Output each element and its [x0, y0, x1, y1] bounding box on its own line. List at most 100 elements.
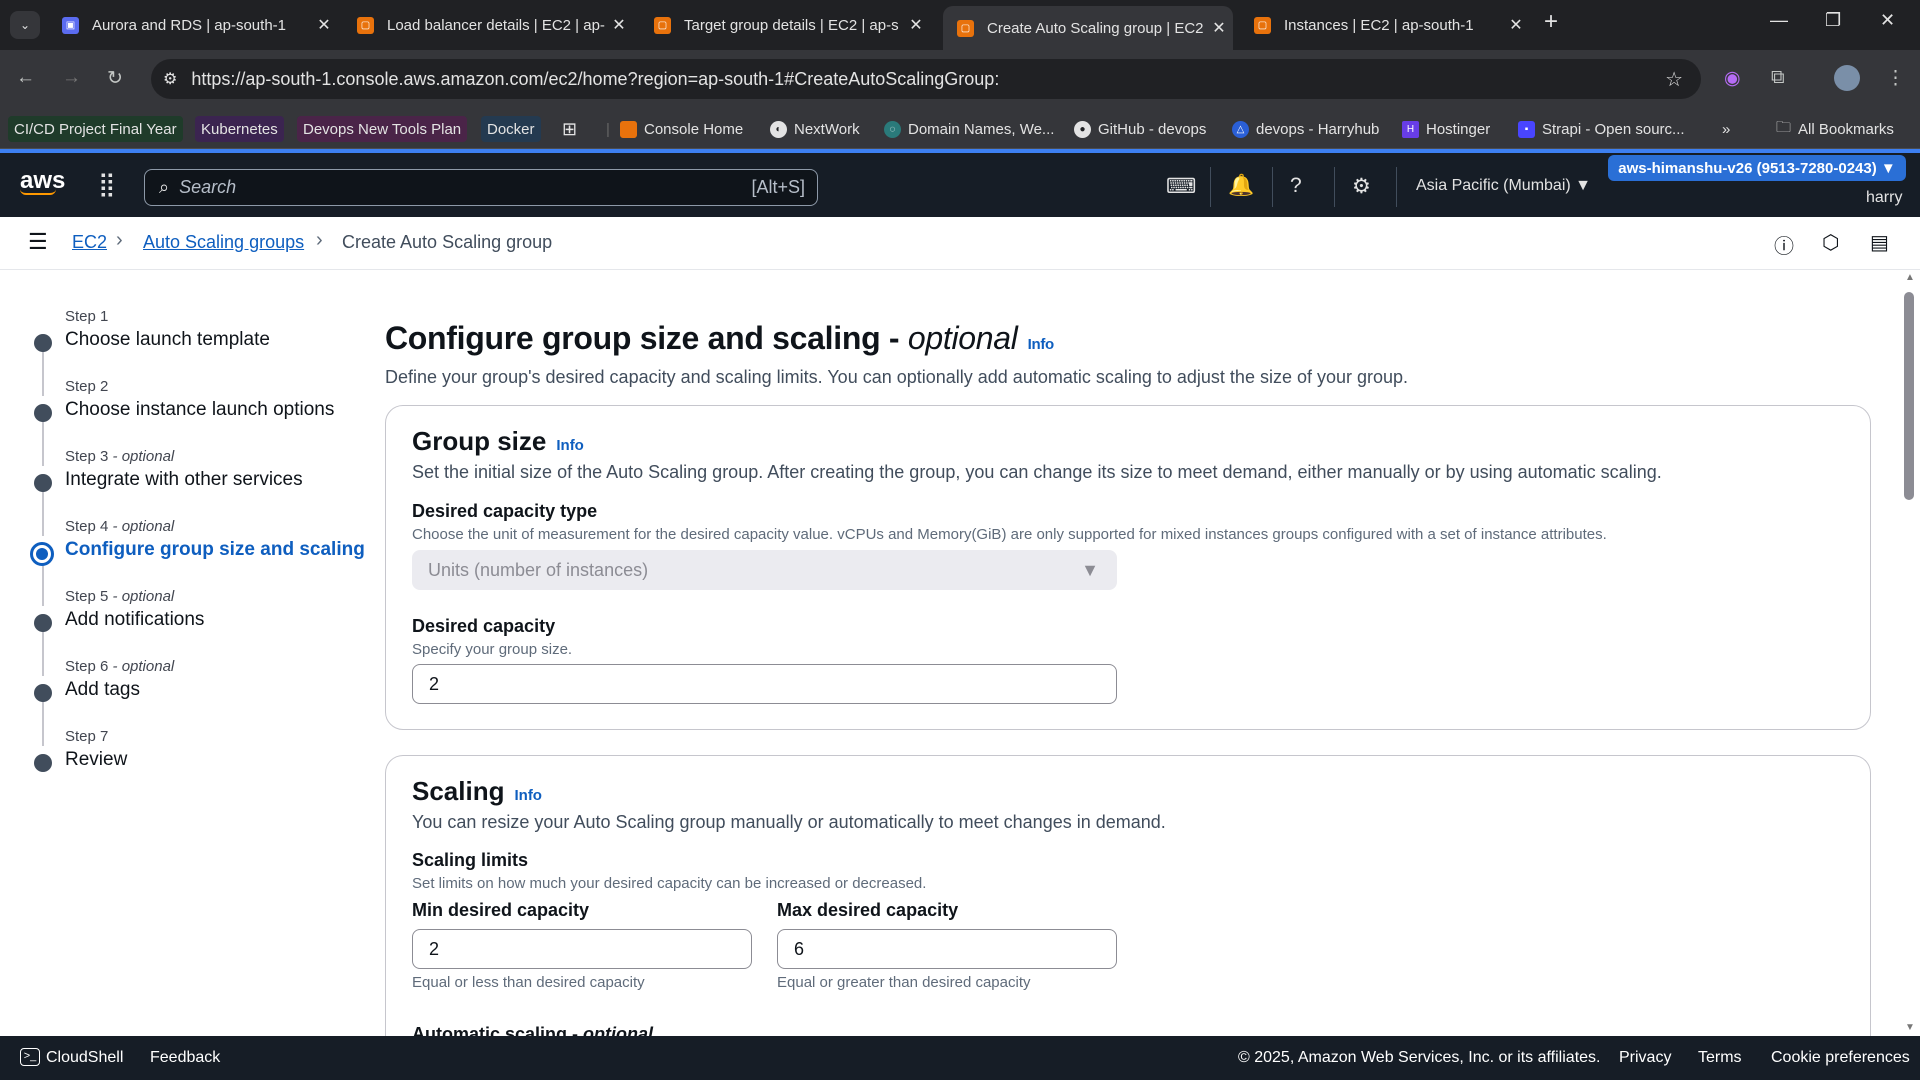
feedback-panel-icon[interactable]: ▤: [1870, 230, 1889, 255]
bookmark-label: Strapi - Open sourc...: [1542, 120, 1685, 138]
bookmarks-bar: CI/CD Project Final Year Kubernetes Devo…: [0, 108, 1920, 149]
all-bookmarks[interactable]: 🗀 All Bookmarks: [1770, 116, 1900, 142]
back-icon[interactable]: ←: [16, 67, 35, 89]
bookmark-label: devops - Harryhub: [1256, 120, 1380, 138]
feedback-button[interactable]: Feedback: [150, 1049, 220, 1067]
capacity-type-select[interactable]: Units (number of instances) ▼: [412, 550, 1117, 590]
tab-search-button[interactable]: ⌄: [10, 11, 40, 39]
aws-cube-icon: [620, 120, 637, 138]
min-capacity-hint: Equal or less than desired capacity: [412, 974, 645, 991]
step-connector: [42, 416, 44, 466]
close-icon[interactable]: ✕: [902, 15, 930, 35]
min-capacity-input[interactable]: 2: [412, 929, 752, 969]
aws-logo[interactable]: aws: [20, 167, 65, 195]
page-info-link[interactable]: Info: [1028, 336, 1055, 353]
apps-grid-icon[interactable]: ⊞: [556, 116, 583, 142]
minimize-icon[interactable]: —: [1770, 10, 1788, 31]
tab-load-balancer[interactable]: ▢ Load balancer details | EC2 | ap-s ✕: [343, 8, 633, 42]
bookmark-cicd[interactable]: CI/CD Project Final Year: [8, 116, 183, 142]
menu-kebab-icon[interactable]: ⋮: [1886, 67, 1905, 90]
tab-create-asg[interactable]: ▢ Create Auto Scaling group | EC2 ✕: [943, 6, 1233, 50]
copyright-text: © 2025, Amazon Web Services, Inc. or its…: [1238, 1049, 1601, 1066]
cookie-preferences-link[interactable]: Cookie preferences: [1771, 1049, 1910, 1067]
bookmark-label: Devops New Tools Plan: [303, 120, 462, 138]
page-description: Define your group's desired capacity and…: [385, 367, 1409, 387]
step-dot: [34, 684, 52, 702]
browser-tab-bar: ⌄ ▣ Aurora and RDS | ap-south-1 ✕ ▢ Load…: [0, 0, 1920, 50]
page-scrollbar[interactable]: ▲ ▼: [1902, 272, 1916, 1034]
breadcrumb-auto-scaling-groups[interactable]: Auto Scaling groups: [143, 232, 304, 253]
region-label: Asia Pacific (Mumbai): [1416, 177, 1571, 194]
bookmark-label: Hostinger: [1426, 120, 1491, 138]
close-icon[interactable]: ✕: [1205, 18, 1233, 38]
step-4-current[interactable]: Step 4 - optional Configure group size an…: [65, 518, 365, 561]
bookmark-docker[interactable]: Docker: [481, 116, 541, 142]
terms-link[interactable]: Terms: [1698, 1049, 1742, 1067]
bookmark-devops-tools[interactable]: Devops New Tools Plan: [297, 116, 468, 142]
step-6[interactable]: Step 6 - optional Add tags: [65, 658, 365, 701]
hamburger-menu-icon[interactable]: ☰: [28, 229, 48, 255]
max-capacity-input[interactable]: 6: [777, 929, 1117, 969]
group-size-info-link[interactable]: Info: [556, 437, 584, 454]
step-3[interactable]: Step 3 - optional Integrate with other se…: [65, 448, 365, 491]
close-icon[interactable]: ✕: [605, 15, 633, 35]
desired-capacity-input[interactable]: 2: [412, 664, 1117, 704]
info-circle-icon[interactable]: ⓘ: [1774, 230, 1794, 259]
extension-gemini-icon[interactable]: ◉: [1724, 67, 1741, 90]
url-bar[interactable]: ⚙ https://ap-south-1.console.aws.amazon.…: [151, 59, 1701, 99]
capacity-type-value: Units (number of instances): [428, 559, 649, 580]
scroll-up-icon[interactable]: ▲: [1905, 272, 1915, 283]
bookmarks-overflow-icon[interactable]: »: [1716, 116, 1736, 142]
tab-aurora-rds[interactable]: ▣ Aurora and RDS | ap-south-1 ✕: [48, 8, 338, 42]
close-icon[interactable]: ✕: [310, 15, 338, 35]
close-icon[interactable]: ✕: [1502, 15, 1530, 35]
forward-icon[interactable]: →: [62, 67, 81, 89]
site-info-icon[interactable]: ⚙: [163, 69, 177, 89]
scaling-info-link[interactable]: Info: [514, 787, 542, 804]
reload-icon[interactable]: ↻: [107, 67, 123, 90]
bell-icon[interactable]: 🔔: [1228, 174, 1254, 198]
star-icon[interactable]: ☆: [1665, 67, 1683, 92]
bookmark-github[interactable]: ● GitHub - devops: [1068, 116, 1212, 142]
tab-target-group[interactable]: ▢ Target group details | EC2 | ap-s ✕: [640, 8, 930, 42]
cloudshell-icon[interactable]: ⌨: [1166, 174, 1196, 199]
bookmark-strapi[interactable]: ▪ Strapi - Open sourc...: [1512, 116, 1691, 142]
step-7[interactable]: Step 7 Review: [65, 728, 365, 771]
step-1[interactable]: Step 1 Choose launch template: [65, 308, 365, 351]
capacity-type-description: Choose the unit of measurement for the d…: [412, 526, 1607, 543]
scrollbar-thumb[interactable]: [1904, 292, 1914, 500]
bookmark-harryhub[interactable]: △ devops - Harryhub: [1226, 116, 1385, 142]
bookmark-kubernetes[interactable]: Kubernetes: [195, 116, 284, 142]
search-input[interactable]: ⌕ Search [Alt+S]: [144, 169, 818, 206]
step-2[interactable]: Step 2 Choose instance launch options: [65, 378, 365, 421]
user-name[interactable]: harry: [1866, 189, 1902, 207]
step-5[interactable]: Step 5 - optional Add notifications: [65, 588, 365, 631]
tab-title: Target group details | EC2 | ap-s: [684, 16, 899, 34]
bookmark-label: NextWork: [794, 120, 860, 138]
window-close-icon[interactable]: ✕: [1880, 10, 1895, 31]
page-title: Configure group size and scaling - optio…: [385, 320, 1885, 357]
restore-icon[interactable]: ❐: [1825, 10, 1841, 31]
new-tab-button[interactable]: +: [1544, 8, 1558, 36]
region-selector[interactable]: Asia Pacific (Mumbai) ▼: [1416, 177, 1591, 195]
shield-settings-icon[interactable]: ⬡: [1822, 230, 1839, 255]
settings-gear-icon[interactable]: ⚙: [1352, 174, 1371, 199]
group-size-card: Group size Info Set the initial size of t…: [385, 405, 1871, 730]
bookmark-nextwork[interactable]: ◐ NextWork: [764, 116, 866, 142]
cloudshell-button[interactable]: CloudShell: [46, 1049, 123, 1067]
account-badge[interactable]: aws-himanshu-v26 (9513-7280-0243) ▼: [1608, 155, 1906, 181]
services-grid-icon[interactable]: ⣿: [98, 170, 116, 199]
privacy-link[interactable]: Privacy: [1619, 1049, 1671, 1067]
bookmark-domain-names[interactable]: ◌ Domain Names, We...: [878, 116, 1060, 142]
tab-instances[interactable]: ▢ Instances | EC2 | ap-south-1 ✕: [1240, 8, 1530, 42]
extensions-icon[interactable]: ⧉: [1771, 67, 1785, 89]
help-icon[interactable]: ?: [1290, 174, 1302, 198]
cloudshell-icon: >_: [20, 1048, 40, 1066]
profile-avatar[interactable]: [1834, 65, 1860, 91]
url-text: https://ap-south-1.console.aws.amazon.co…: [191, 68, 1000, 89]
scroll-down-icon[interactable]: ▼: [1905, 1022, 1915, 1033]
breadcrumb-ec2[interactable]: EC2: [72, 232, 107, 253]
divider: [1210, 167, 1211, 207]
bookmark-hostinger[interactable]: H Hostinger: [1396, 116, 1496, 142]
bookmark-console-home[interactable]: Console Home: [614, 116, 749, 142]
